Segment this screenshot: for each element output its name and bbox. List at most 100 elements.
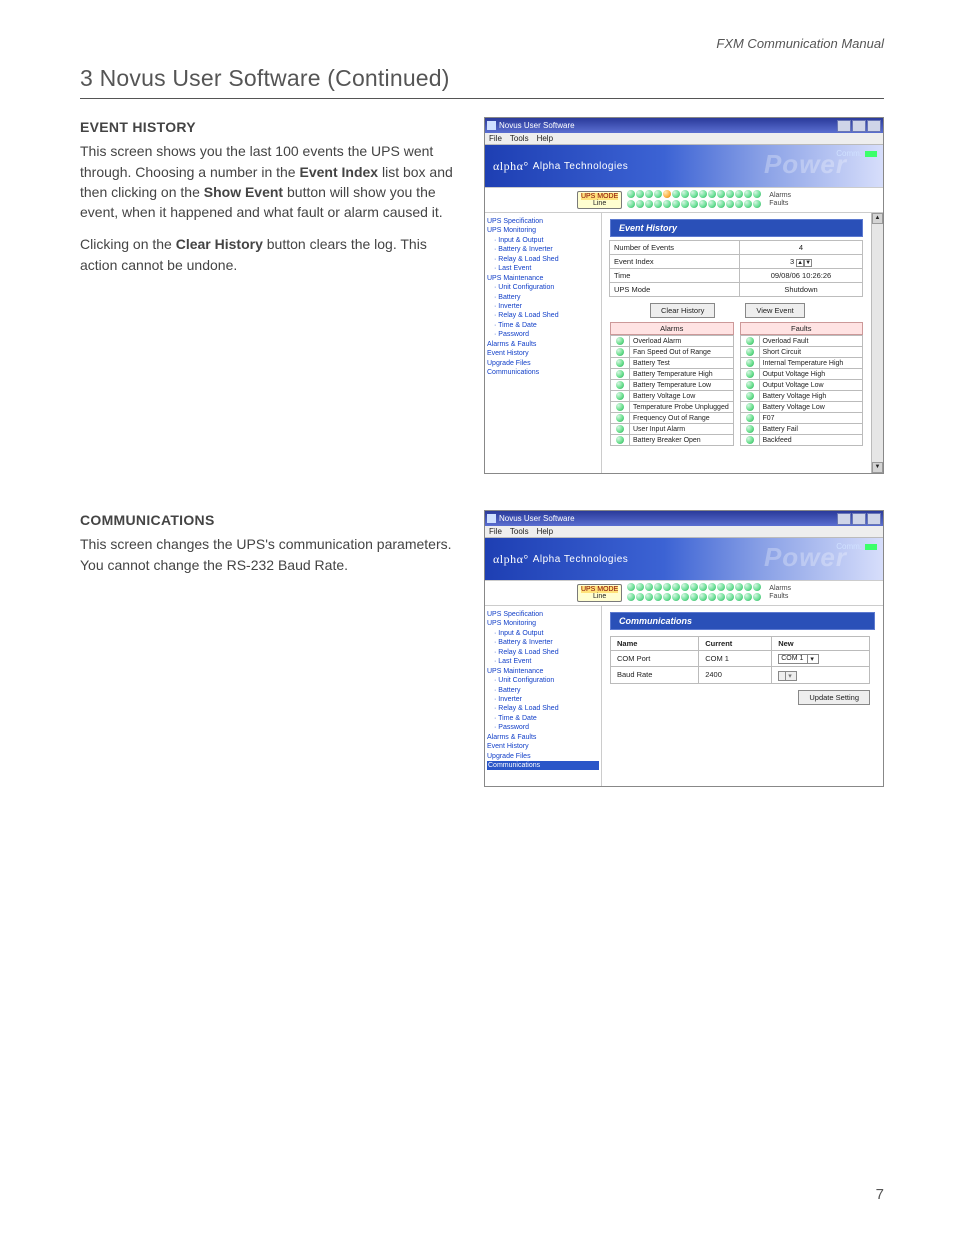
table-row: Battery Breaker Open — [611, 435, 734, 446]
maximize-button[interactable] — [852, 120, 866, 132]
table-row: F07 — [740, 413, 863, 424]
screenshot-communications: Novus User Software File Tools Help αlph… — [484, 510, 884, 787]
table-row: Battery Voltage Low — [611, 391, 734, 402]
nav-item[interactable]: Upgrade Files — [487, 752, 599, 761]
nav-item[interactable]: UPS Monitoring — [487, 226, 599, 235]
menu-tools[interactable]: Tools — [510, 527, 529, 536]
running-head: FXM Communication Manual — [80, 36, 884, 51]
nav-item[interactable]: · Unit Configuration — [487, 676, 599, 685]
screenshot-event-history: Novus User Software File Tools Help αlph… — [484, 117, 884, 474]
menubar: File Tools Help — [485, 133, 883, 145]
status-led-icon — [616, 359, 624, 367]
nav-item[interactable]: · Unit Configuration — [487, 283, 599, 292]
nav-item[interactable]: Communications — [487, 761, 599, 770]
window-titlebar: Novus User Software — [485, 511, 883, 526]
com-port-select[interactable]: COM 1▾ — [778, 654, 819, 664]
status-led-icon — [616, 436, 624, 444]
event-index-spinner[interactable]: 3▲▼ — [739, 254, 863, 269]
faults-table: Overload FaultShort CircuitInternal Temp… — [740, 335, 864, 446]
maximize-button[interactable] — [852, 513, 866, 525]
banner-watermark: Power — [764, 149, 847, 180]
nav-item[interactable]: · Time & Date — [487, 321, 599, 330]
nav-tree[interactable]: UPS SpecificationUPS Monitoring· Input &… — [485, 213, 602, 473]
nav-item[interactable]: · Relay & Load Shed — [487, 255, 599, 264]
faults-header: Faults — [740, 322, 864, 335]
close-button[interactable] — [867, 120, 881, 132]
nav-item[interactable]: · Battery & Inverter — [487, 638, 599, 647]
communications-table: Name Current New COM Port COM 1 COM 1▾ B… — [610, 636, 870, 684]
menu-file[interactable]: File — [489, 527, 502, 536]
comm-led-icon — [865, 151, 877, 157]
nav-item[interactable]: UPS Specification — [487, 610, 599, 619]
faults-led-row — [626, 200, 761, 210]
status-led-icon — [746, 414, 754, 422]
brand-logo: αlphα° Alpha Technologies — [493, 552, 628, 567]
scrollbar[interactable]: ▲ ▼ — [871, 213, 883, 473]
status-led-icon — [746, 436, 754, 444]
menubar: File Tools Help — [485, 526, 883, 538]
status-led-icon — [746, 403, 754, 411]
status-led-icon — [616, 370, 624, 378]
spinner-down-icon[interactable]: ▼ — [804, 259, 812, 267]
app-icon — [487, 514, 496, 523]
clear-history-button[interactable]: Clear History — [650, 303, 715, 318]
nav-item[interactable]: Event History — [487, 742, 599, 751]
table-row: Overload Alarm — [611, 336, 734, 347]
menu-help[interactable]: Help — [537, 527, 553, 536]
nav-item[interactable]: Alarms & Faults — [487, 733, 599, 742]
nav-item[interactable]: · Battery — [487, 686, 599, 695]
scroll-up-icon[interactable]: ▲ — [872, 213, 883, 224]
nav-item[interactable]: Event History — [487, 349, 599, 358]
menu-file[interactable]: File — [489, 134, 502, 143]
table-row: Baud Rate 2400 ▾ — [611, 666, 870, 683]
nav-item[interactable]: · Password — [487, 723, 599, 732]
status-led-icon — [616, 392, 624, 400]
nav-item[interactable]: · Battery — [487, 293, 599, 302]
table-row: Battery Voltage Low — [740, 402, 863, 413]
brand-banner: αlphα° Alpha Technologies Power Comm: — [485, 145, 883, 187]
nav-item[interactable]: · Input & Output — [487, 629, 599, 638]
nav-item[interactable]: · Inverter — [487, 302, 599, 311]
comm-led-icon — [865, 544, 877, 550]
spinner-up-icon[interactable]: ▲ — [796, 259, 804, 267]
status-led-icon — [746, 425, 754, 433]
nav-item[interactable]: UPS Monitoring — [487, 619, 599, 628]
status-led-icon — [746, 359, 754, 367]
nav-item[interactable]: UPS Maintenance — [487, 667, 599, 676]
minimize-button[interactable] — [837, 120, 851, 132]
nav-item[interactable]: · Last Event — [487, 657, 599, 666]
nav-item[interactable]: · Relay & Load Shed — [487, 648, 599, 657]
menu-help[interactable]: Help — [537, 134, 553, 143]
nav-item[interactable]: UPS Specification — [487, 217, 599, 226]
nav-item[interactable]: · Relay & Load Shed — [487, 311, 599, 320]
nav-item[interactable]: · Relay & Load Shed — [487, 704, 599, 713]
nav-item[interactable]: · Time & Date — [487, 714, 599, 723]
alarms-header: Alarms — [610, 322, 734, 335]
table-row: Battery Temperature Low — [611, 380, 734, 391]
nav-item[interactable]: · Input & Output — [487, 236, 599, 245]
nav-item[interactable]: · Battery & Inverter — [487, 245, 599, 254]
heading-event-history: EVENT HISTORY — [80, 117, 460, 137]
nav-item[interactable]: · Last Event — [487, 264, 599, 273]
nav-tree[interactable]: UPS SpecificationUPS Monitoring· Input &… — [485, 606, 602, 786]
faults-strip-label: Faults — [769, 593, 791, 601]
table-row: Output Voltage Low — [740, 380, 863, 391]
section-communications: COMMUNICATIONS This screen changes the U… — [80, 510, 884, 787]
chevron-down-icon[interactable]: ▾ — [807, 655, 816, 663]
nav-item[interactable]: · Password — [487, 330, 599, 339]
table-row: COM Port COM 1 COM 1▾ — [611, 651, 870, 667]
nav-item[interactable]: Alarms & Faults — [487, 340, 599, 349]
alarms-led-row — [626, 190, 761, 200]
status-led-icon — [746, 370, 754, 378]
nav-item[interactable]: Upgrade Files — [487, 359, 599, 368]
close-button[interactable] — [867, 513, 881, 525]
table-row: Frequency Out of Range — [611, 413, 734, 424]
nav-item[interactable]: · Inverter — [487, 695, 599, 704]
view-event-button[interactable]: View Event — [745, 303, 804, 318]
nav-item[interactable]: Communications — [487, 368, 599, 377]
nav-item[interactable]: UPS Maintenance — [487, 274, 599, 283]
minimize-button[interactable] — [837, 513, 851, 525]
scroll-down-icon[interactable]: ▼ — [872, 462, 883, 473]
update-setting-button[interactable]: Update Setting — [798, 690, 870, 705]
menu-tools[interactable]: Tools — [510, 134, 529, 143]
